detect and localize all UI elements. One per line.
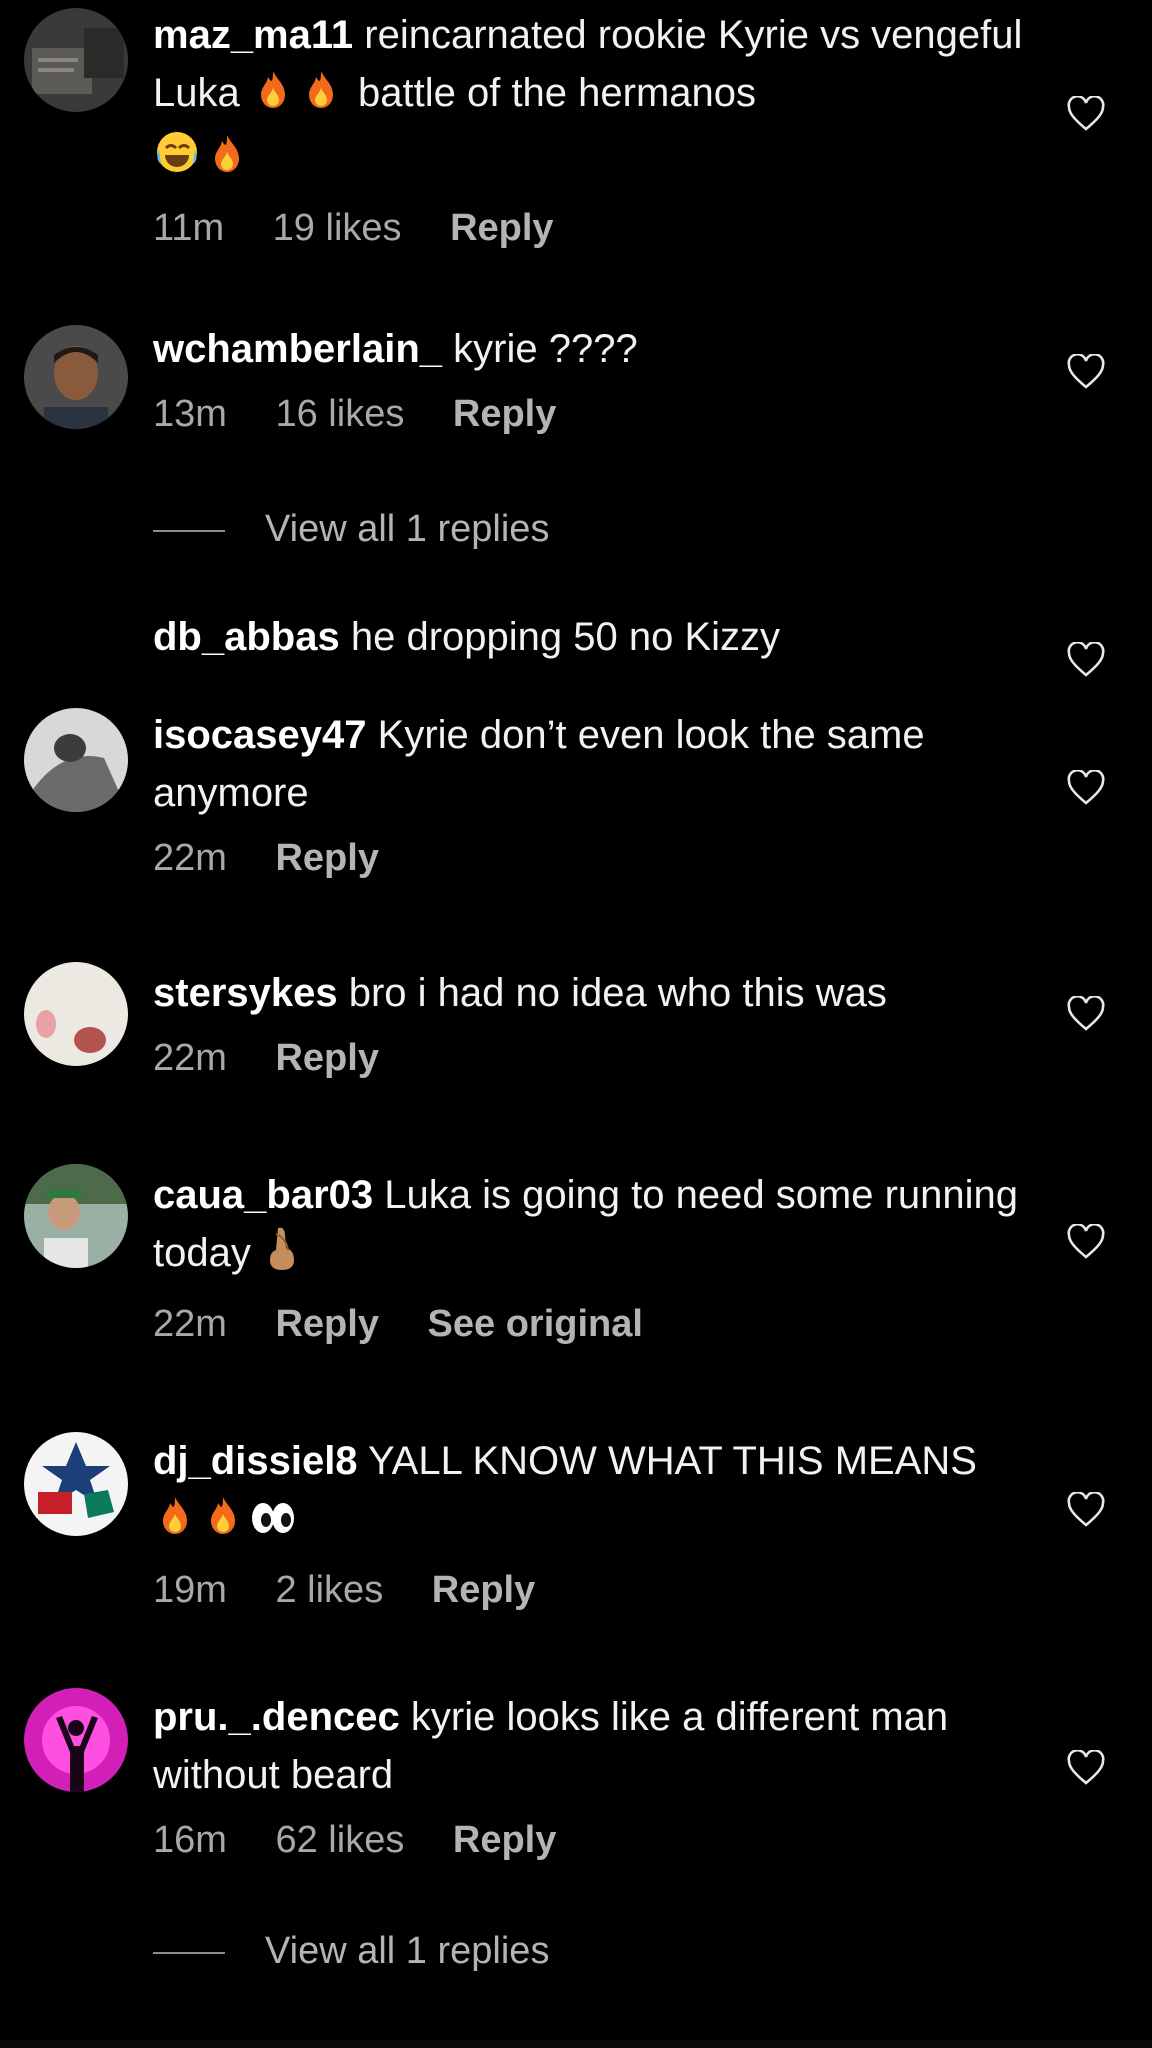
divider-line bbox=[153, 529, 225, 532]
avatar-image bbox=[24, 1164, 128, 1268]
comment-text: wchamberlain_ kyrie ???? bbox=[153, 320, 1033, 378]
heart-outline-icon[interactable] bbox=[1066, 1224, 1106, 1260]
comment-meta: 22m Reply bbox=[153, 1034, 1033, 1082]
reply-button[interactable]: Reply bbox=[450, 207, 553, 249]
comments-feed: maz_ma11 reincarnated rookie Kyrie vs ve… bbox=[0, 0, 1152, 2048]
comment-text: maz_ma11 reincarnated rookie Kyrie vs ve… bbox=[153, 6, 1033, 192]
comment-time: 13m bbox=[153, 393, 227, 435]
comment-username[interactable]: dj_dissiel8 bbox=[153, 1439, 358, 1483]
avatar-image bbox=[24, 962, 128, 1066]
reply-button[interactable]: Reply bbox=[432, 1569, 535, 1611]
comment-body: bro i had no idea who this was bbox=[348, 971, 887, 1015]
reply-button[interactable]: Reply bbox=[453, 1819, 556, 1861]
partial-next-comment bbox=[0, 2040, 1152, 2048]
fire-emoji bbox=[201, 1494, 245, 1554]
avatar-image bbox=[24, 1432, 128, 1536]
crossed-fingers-emoji bbox=[262, 1224, 302, 1288]
comment-meta: 22m Reply See original bbox=[153, 1300, 1033, 1348]
reply-button[interactable]: Reply bbox=[275, 1037, 378, 1079]
view-replies-button[interactable]: View all 1 replies bbox=[153, 1926, 549, 1976]
comment-time: 22m bbox=[153, 1303, 227, 1345]
laughing-tears-emoji bbox=[153, 128, 201, 192]
view-replies-label[interactable]: View all 1 replies bbox=[265, 508, 549, 550]
heart-outline-icon[interactable] bbox=[1066, 96, 1106, 132]
see-original-button[interactable]: See original bbox=[428, 1303, 643, 1345]
comment-time: 16m bbox=[153, 1819, 227, 1861]
avatar-image bbox=[24, 1688, 128, 1792]
comment-likes[interactable]: 62 likes bbox=[275, 1819, 404, 1861]
view-replies-button[interactable]: View all 1 replies bbox=[153, 504, 549, 554]
avatar-image bbox=[24, 325, 128, 429]
comment-text: dj_dissiel8 YALL KNOW WHAT THIS MEANS bbox=[153, 1432, 1033, 1554]
avatar[interactable] bbox=[24, 1164, 128, 1268]
comment-meta: 16m 62 likes Reply bbox=[153, 1816, 1033, 1864]
avatar-image bbox=[24, 8, 128, 112]
heart-outline-icon[interactable] bbox=[1066, 770, 1106, 806]
comment-body-continued: battle of the hermanos bbox=[358, 71, 757, 115]
comment-text: db_abbas he dropping 50 no Kizzy bbox=[153, 608, 1033, 666]
avatar-image bbox=[24, 708, 128, 812]
heart-outline-icon[interactable] bbox=[1066, 1750, 1106, 1786]
comment-body: kyrie ???? bbox=[453, 327, 638, 371]
fire-emoji bbox=[205, 132, 249, 192]
comment-likes[interactable]: 19 likes bbox=[273, 207, 402, 249]
avatar[interactable] bbox=[24, 8, 128, 112]
comment-time: 22m bbox=[153, 837, 227, 879]
comment-username[interactable]: wchamberlain_ bbox=[153, 327, 442, 371]
comment-text: pru._.dencec kyrie looks like a differen… bbox=[153, 1688, 1033, 1804]
comment-text: isocasey47 Kyrie don’t even look the sam… bbox=[153, 706, 1033, 822]
comment-likes[interactable]: 16 likes bbox=[275, 393, 404, 435]
comment-likes[interactable]: 2 likes bbox=[275, 1569, 383, 1611]
comment-username[interactable]: isocasey47 bbox=[153, 713, 367, 757]
comment-text: stersykes bro i had no idea who this was bbox=[153, 964, 1033, 1022]
comment-time: 11m bbox=[153, 207, 225, 249]
comment-meta: 22m Reply bbox=[153, 834, 1033, 882]
avatar[interactable] bbox=[24, 708, 128, 812]
comment-username[interactable]: pru._.dencec bbox=[153, 1695, 400, 1739]
comment-username[interactable]: maz_ma11 bbox=[153, 13, 353, 57]
comment-time: 19m bbox=[153, 1569, 227, 1611]
comment-text: caua_bar03 Luka is going to need some ru… bbox=[153, 1166, 1033, 1288]
avatar[interactable] bbox=[24, 325, 128, 429]
avatar[interactable] bbox=[24, 962, 128, 1066]
fire-emoji bbox=[153, 1494, 197, 1554]
heart-outline-icon[interactable] bbox=[1066, 1492, 1106, 1528]
reply-button[interactable]: Reply bbox=[453, 393, 556, 435]
reply-button[interactable]: Reply bbox=[275, 837, 378, 879]
heart-outline-icon[interactable] bbox=[1066, 354, 1106, 390]
comment-body: he dropping 50 no Kizzy bbox=[350, 615, 781, 659]
avatar[interactable] bbox=[24, 1688, 128, 1792]
eyes-emoji bbox=[249, 1496, 297, 1554]
comment-meta: 13m 16 likes Reply bbox=[153, 390, 1033, 438]
comment-username[interactable]: db_abbas bbox=[153, 615, 340, 659]
fire-emoji bbox=[299, 68, 343, 128]
divider-line bbox=[153, 1951, 225, 1954]
fire-emoji bbox=[251, 68, 295, 128]
comment-meta: 11m 19 likes Reply bbox=[153, 204, 1033, 252]
comment-username[interactable]: stersykes bbox=[153, 971, 338, 1015]
view-replies-label[interactable]: View all 1 replies bbox=[265, 1930, 549, 1972]
comment-body: YALL KNOW WHAT THIS MEANS bbox=[367, 1439, 977, 1483]
reply-button[interactable]: Reply bbox=[275, 1303, 378, 1345]
heart-outline-icon[interactable] bbox=[1066, 996, 1106, 1032]
avatar[interactable] bbox=[24, 1432, 128, 1536]
heart-outline-icon[interactable] bbox=[1066, 642, 1106, 678]
comment-username[interactable]: caua_bar03 bbox=[153, 1173, 373, 1217]
comment-meta: 19m 2 likes Reply bbox=[153, 1566, 1033, 1614]
comment-time: 22m bbox=[153, 1037, 227, 1079]
